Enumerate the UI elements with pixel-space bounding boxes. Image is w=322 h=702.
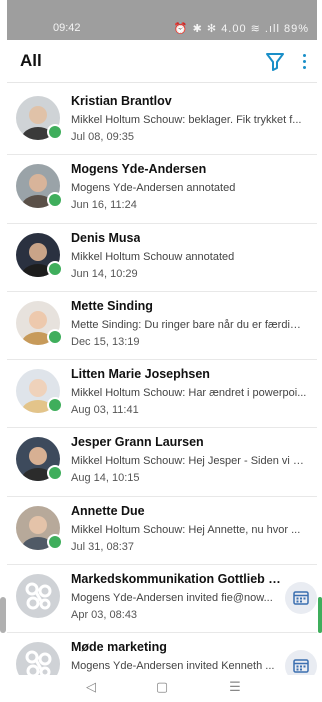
conversation-name: Mette Sinding: [71, 298, 153, 313]
conversation-name: Denis Musa: [71, 230, 141, 245]
conversation-name: Jesper Grann Laursen: [71, 435, 204, 450]
conversation-preview: Mogens Yde-Andersen invited Kenneth ...: [71, 660, 275, 673]
group-avatar-icon: [16, 574, 60, 619]
conversation-date: Jun 16, 11:24: [71, 199, 137, 212]
conversation-date: Jul 08, 09:35: [71, 131, 134, 143]
conversation-name: Litten Marie Josephsen: [71, 367, 210, 382]
system-nav-bar: ◁ ▢ ☰: [7, 675, 317, 702]
conversation-name: Annette Due: [71, 503, 145, 518]
presence-indicator: [47, 260, 63, 277]
conversation-row[interactable]: Jesper Grann Laursen Mikkel Holtum Schouw…: [7, 428, 317, 497]
scroll-indicator: [318, 597, 322, 633]
conversation-preview: Mette Sinding: Du ringer bare når du er …: [71, 318, 307, 331]
presence-indicator: [47, 192, 63, 209]
conversation-row[interactable]: Denis Musa Mikkel Holtum Schouw annotated…: [7, 224, 317, 292]
app-frame: All Kristian Brantlov Mikkel Holtum Schou…: [7, 40, 317, 702]
conversation-preview: Mikkel Holtum Schouw: Har ændret i power…: [71, 387, 307, 400]
conversation-name: Møde marketing: [71, 640, 167, 655]
scroll-handle-left[interactable]: [0, 597, 6, 633]
conversation-row[interactable]: Mette Sinding Mette Sinding: Du ringer ba…: [7, 292, 317, 361]
conversation-name: Kristian Brantlov: [71, 94, 172, 108]
conversation-row[interactable]: Markedskommunikation Gottlieb &... Mogens…: [7, 565, 317, 634]
presence-indicator: [47, 533, 63, 550]
status-icons: ⏰ ✱ ✻ 4.00 ≋ .ıll 89%: [173, 23, 309, 35]
conversation-row[interactable]: Litten Marie Josephsen Mikkel Holtum Scho…: [7, 360, 317, 429]
conversation-preview: Mogens Yde-Andersen invited fie@now...: [71, 592, 273, 605]
conversation-preview: Mikkel Holtum Schouw: Hej Annette, nu hv…: [71, 523, 301, 536]
recents-icon[interactable]: ☰: [225, 679, 245, 695]
conversation-preview: Mikkel Holtum Schouw: beklager. Fik tryk…: [71, 114, 302, 126]
header: All: [7, 40, 317, 83]
presence-indicator: [47, 124, 63, 140]
conversation-name: Markedskommunikation Gottlieb &...: [71, 572, 283, 587]
status-bar: 09:42 ⏰ ✱ ✻ 4.00 ≋ .ıll 89%: [7, 0, 317, 40]
back-icon[interactable]: ◁: [81, 679, 101, 695]
presence-indicator: [47, 328, 63, 345]
page-title: All: [20, 51, 42, 70]
status-time: 09:42: [53, 22, 81, 34]
filter-icon[interactable]: [263, 49, 287, 73]
conversation-date: Aug 03, 11:41: [71, 404, 139, 417]
presence-indicator: [47, 397, 63, 414]
conversation-date: Dec 15, 13:19: [71, 335, 140, 348]
conversation-preview: Mikkel Holtum Schouw annotated: [71, 250, 235, 263]
conversation-date: Apr 03, 08:43: [71, 609, 138, 622]
conversation-preview: Mikkel Holtum Schouw: Hej Jesper - Siden…: [71, 455, 307, 468]
meeting-calendar-icon[interactable]: [285, 582, 317, 615]
conversation-row[interactable]: Kristian Brantlov Mikkel Holtum Schouw: b…: [7, 87, 317, 156]
conversation-date: Jun 14, 10:29: [71, 267, 138, 280]
conversation-row[interactable]: Annette Due Mikkel Holtum Schouw: Hej Ann…: [7, 497, 317, 566]
home-icon[interactable]: ▢: [152, 679, 172, 695]
presence-indicator: [47, 465, 63, 482]
conversation-name: Mogens Yde-Andersen: [71, 162, 207, 177]
conversation-list: Kristian Brantlov Mikkel Holtum Schouw: b…: [7, 87, 317, 702]
more-vert-icon[interactable]: [297, 50, 311, 72]
conversation-date: Jul 31, 08:37: [71, 540, 134, 553]
conversation-preview: Mogens Yde-Andersen annotated: [71, 182, 236, 195]
conversation-row[interactable]: Mogens Yde-Andersen Mogens Yde-Andersen a…: [7, 155, 317, 224]
conversation-date: Aug 14, 10:15: [71, 472, 140, 485]
